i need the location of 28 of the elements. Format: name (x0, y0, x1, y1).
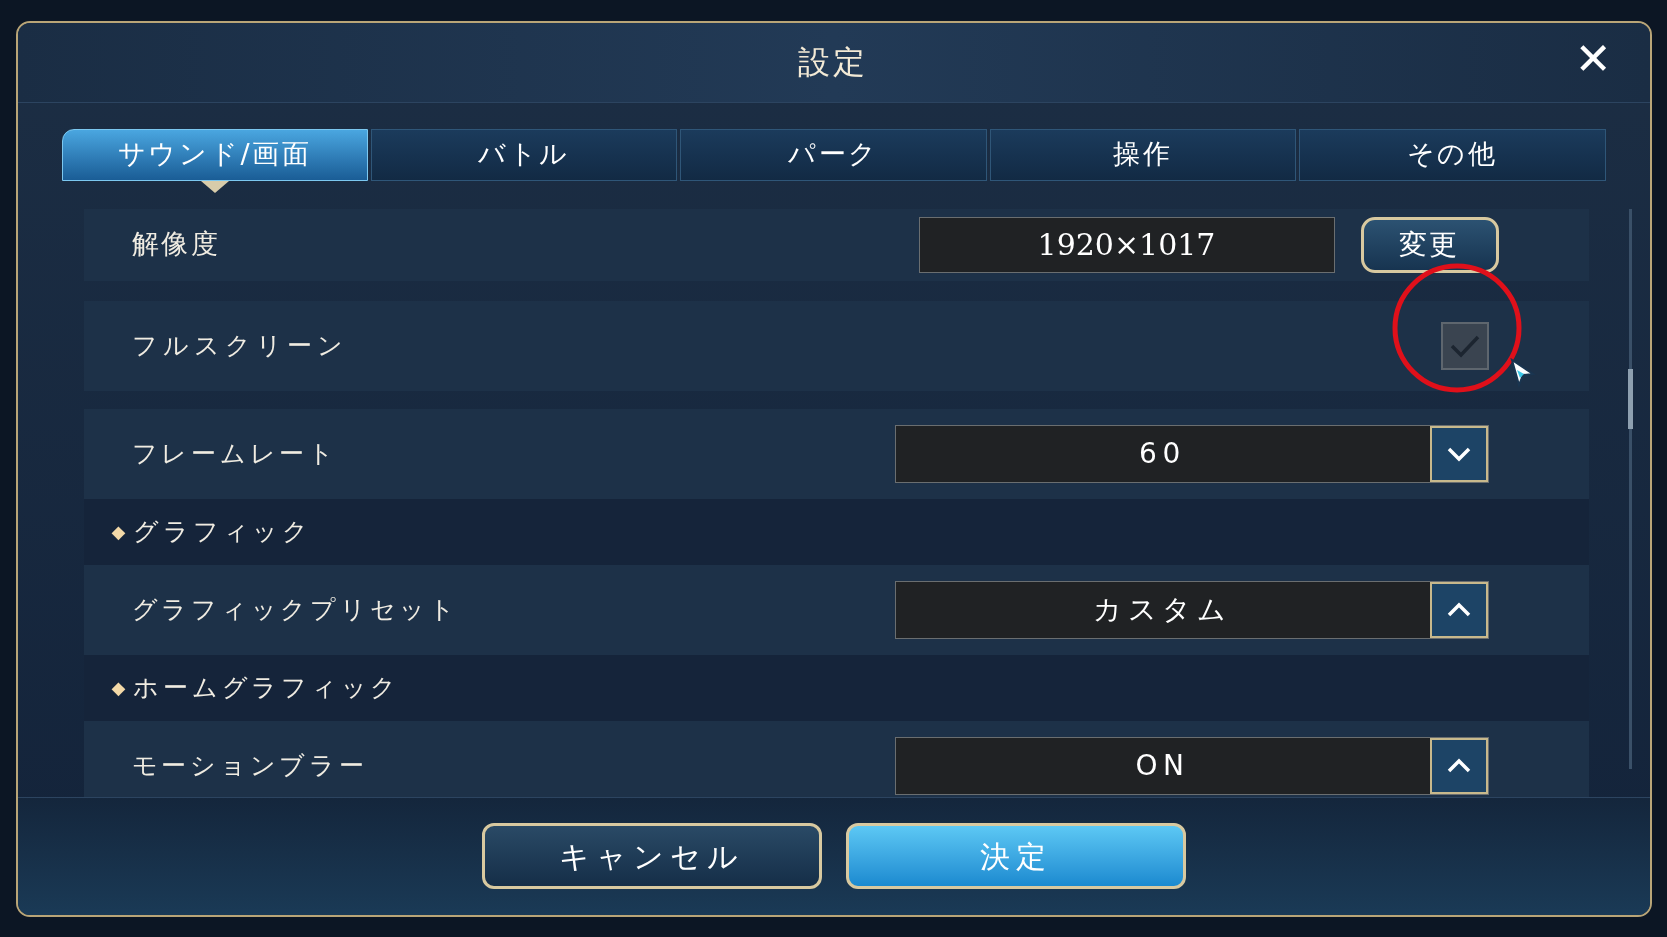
scrollbar[interactable] (1628, 208, 1632, 769)
tab[interactable]: その他 (1299, 128, 1606, 181)
section-header: グラフィック (133, 515, 312, 548)
change-button[interactable]: 変更 (1360, 216, 1499, 273)
dropdown[interactable]: ON (894, 736, 1489, 795)
setting-label: グラフィックプリセット (131, 593, 459, 626)
tab[interactable]: バトル (370, 128, 678, 181)
resolution-field: 1920×1017 (918, 216, 1335, 273)
dropdown[interactable]: カスタム (894, 580, 1489, 639)
setting-label: 解像度 (131, 227, 221, 262)
setting-label: フレームレート (131, 437, 338, 470)
tab[interactable]: サウンド/画面 (61, 128, 368, 181)
tab-pointer (200, 180, 229, 193)
chevron-up-icon (1445, 757, 1472, 774)
dropdown[interactable]: 60 (894, 424, 1489, 483)
diamond-bullet: ◆ (111, 676, 126, 700)
diamond-bullet: ◆ (111, 520, 126, 544)
cursor-icon (1508, 357, 1537, 388)
cancel-button[interactable]: キャンセル (481, 823, 822, 889)
tab[interactable]: 操作 (989, 128, 1297, 181)
tab[interactable]: パーク (680, 128, 987, 181)
section-header: ホームグラフィック (133, 671, 401, 704)
chevron-down-icon (1445, 445, 1472, 462)
chevron-up-icon (1445, 601, 1472, 618)
setting-label: モーションブラー (131, 749, 368, 782)
window-title: 設定 (798, 42, 869, 83)
close-button[interactable]: ✕ (1574, 36, 1612, 81)
setting-label: フルスクリーン (131, 329, 348, 362)
